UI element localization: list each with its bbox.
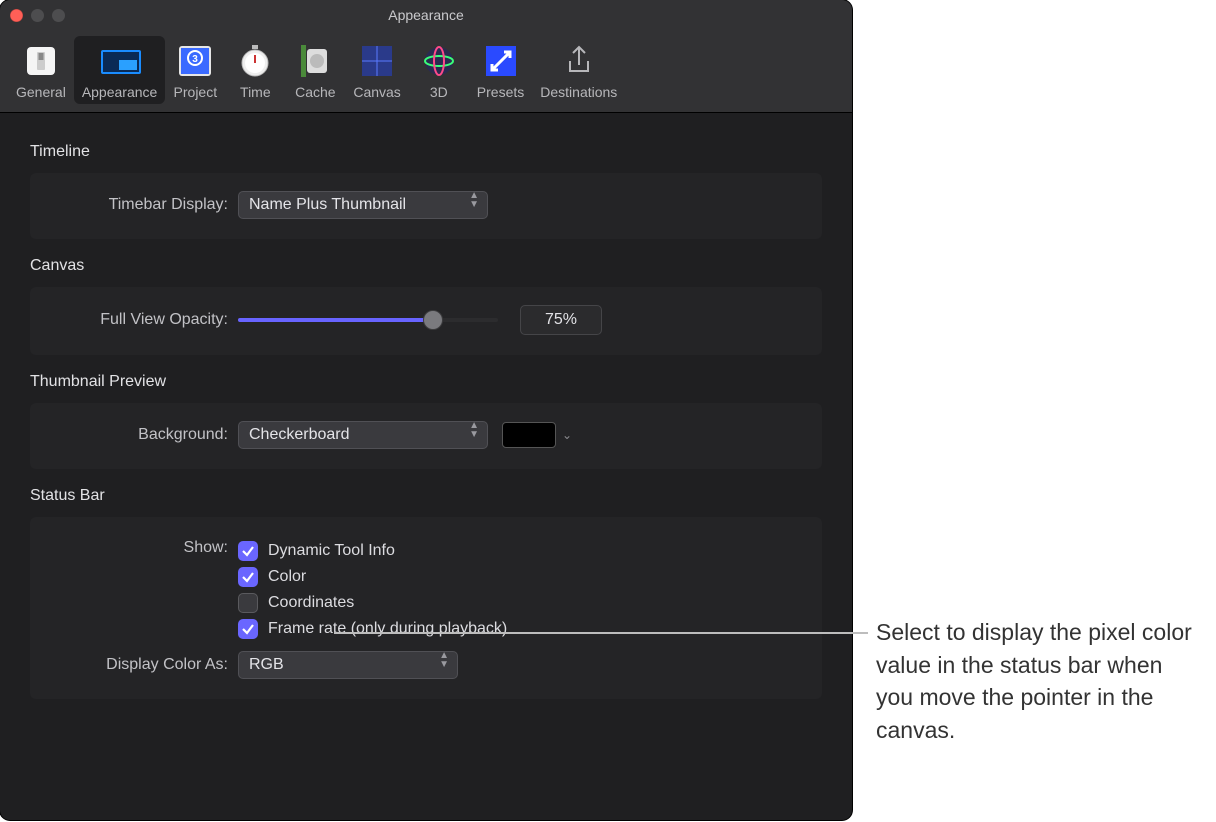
statusbar-section-title: Status Bar (30, 487, 822, 505)
popup-value: Name Plus Thumbnail (249, 196, 406, 214)
preferences-window: Appearance General Appearance 3 Project (0, 0, 852, 820)
dynamic-tool-info-checkbox[interactable] (238, 541, 258, 561)
background-color-swatch[interactable] (502, 422, 556, 448)
stepper-icon: ▲▼ (439, 656, 449, 674)
opacity-value[interactable]: 75% (520, 305, 602, 335)
window-title: Appearance (0, 7, 852, 23)
timeline-section-title: Timeline (30, 143, 822, 161)
checkbox-label: Dynamic Tool Info (268, 542, 395, 560)
annotation-text: Select to display the pixel color value … (876, 616, 1202, 747)
popup-value: Checkerboard (249, 426, 350, 444)
preferences-content: Timeline Timebar Display: Name Plus Thum… (0, 113, 852, 739)
color-checkbox[interactable] (238, 567, 258, 587)
thumbnail-panel: Background: Checkerboard ▲▼ ⌄ (30, 403, 822, 469)
sphere-icon (418, 42, 460, 80)
chevron-down-icon[interactable]: ⌄ (562, 428, 572, 442)
stepper-icon: ▲▼ (469, 196, 479, 214)
background-popup[interactable]: Checkerboard ▲▼ (238, 421, 488, 449)
share-icon (558, 42, 600, 80)
expand-icon (480, 42, 522, 80)
checkbox-label: Frame rate (only during playback) (268, 620, 507, 638)
tab-label: Cache (295, 84, 335, 100)
tab-destinations[interactable]: Destinations (532, 36, 625, 104)
clapper-icon: 3 (174, 42, 216, 80)
timebar-display-label: Timebar Display: (48, 196, 238, 214)
tab-project[interactable]: 3 Project (165, 36, 225, 104)
grid-icon (356, 42, 398, 80)
tab-label: Time (240, 84, 271, 100)
stopwatch-icon (234, 42, 276, 80)
popup-value: RGB (249, 656, 284, 674)
thumbnail-section-title: Thumbnail Preview (30, 373, 822, 391)
tab-label: Canvas (353, 84, 400, 100)
tab-presets[interactable]: Presets (469, 36, 532, 104)
display-color-as-popup[interactable]: RGB ▲▼ (238, 651, 458, 679)
display-color-as-label: Display Color As: (48, 656, 238, 674)
canvas-section-title: Canvas (30, 257, 822, 275)
full-view-opacity-label: Full View Opacity: (48, 311, 238, 329)
canvas-panel: Full View Opacity: 75% (30, 287, 822, 355)
annotation-leader-line (334, 632, 868, 634)
tab-label: Appearance (82, 84, 158, 100)
frame-rate-checkbox[interactable] (238, 619, 258, 639)
tab-time[interactable]: Time (225, 36, 285, 104)
tab-label: Project (174, 84, 218, 100)
stepper-icon: ▲▼ (469, 426, 479, 444)
svg-text:3: 3 (193, 54, 199, 65)
drive-icon (294, 42, 336, 80)
show-label: Show: (48, 539, 238, 557)
timebar-display-popup[interactable]: Name Plus Thumbnail ▲▼ (238, 191, 488, 219)
coordinates-checkbox[interactable] (238, 593, 258, 613)
tab-label: 3D (430, 84, 448, 100)
tab-general[interactable]: General (8, 36, 74, 104)
timeline-panel: Timebar Display: Name Plus Thumbnail ▲▼ (30, 173, 822, 239)
checkbox-label: Color (268, 568, 306, 586)
slider-fill (238, 318, 433, 322)
tab-canvas[interactable]: Canvas (345, 36, 408, 104)
window-titlebar: Appearance (0, 0, 852, 30)
checkbox-label: Coordinates (268, 594, 354, 612)
slider-knob[interactable] (423, 310, 443, 330)
opacity-slider[interactable] (238, 318, 498, 322)
preferences-toolbar: General Appearance 3 Project Time (0, 30, 852, 113)
statusbar-panel: Show: Dynamic Tool Info Color Coordinate… (30, 517, 822, 699)
tab-label: Presets (477, 84, 524, 100)
switch-icon (20, 42, 62, 80)
background-label: Background: (48, 426, 238, 444)
tab-label: Destinations (540, 84, 617, 100)
tab-label: General (16, 84, 66, 100)
tab-appearance[interactable]: Appearance (74, 36, 166, 104)
tab-cache[interactable]: Cache (285, 36, 345, 104)
display-icon (99, 42, 141, 80)
tab-3d[interactable]: 3D (409, 36, 469, 104)
